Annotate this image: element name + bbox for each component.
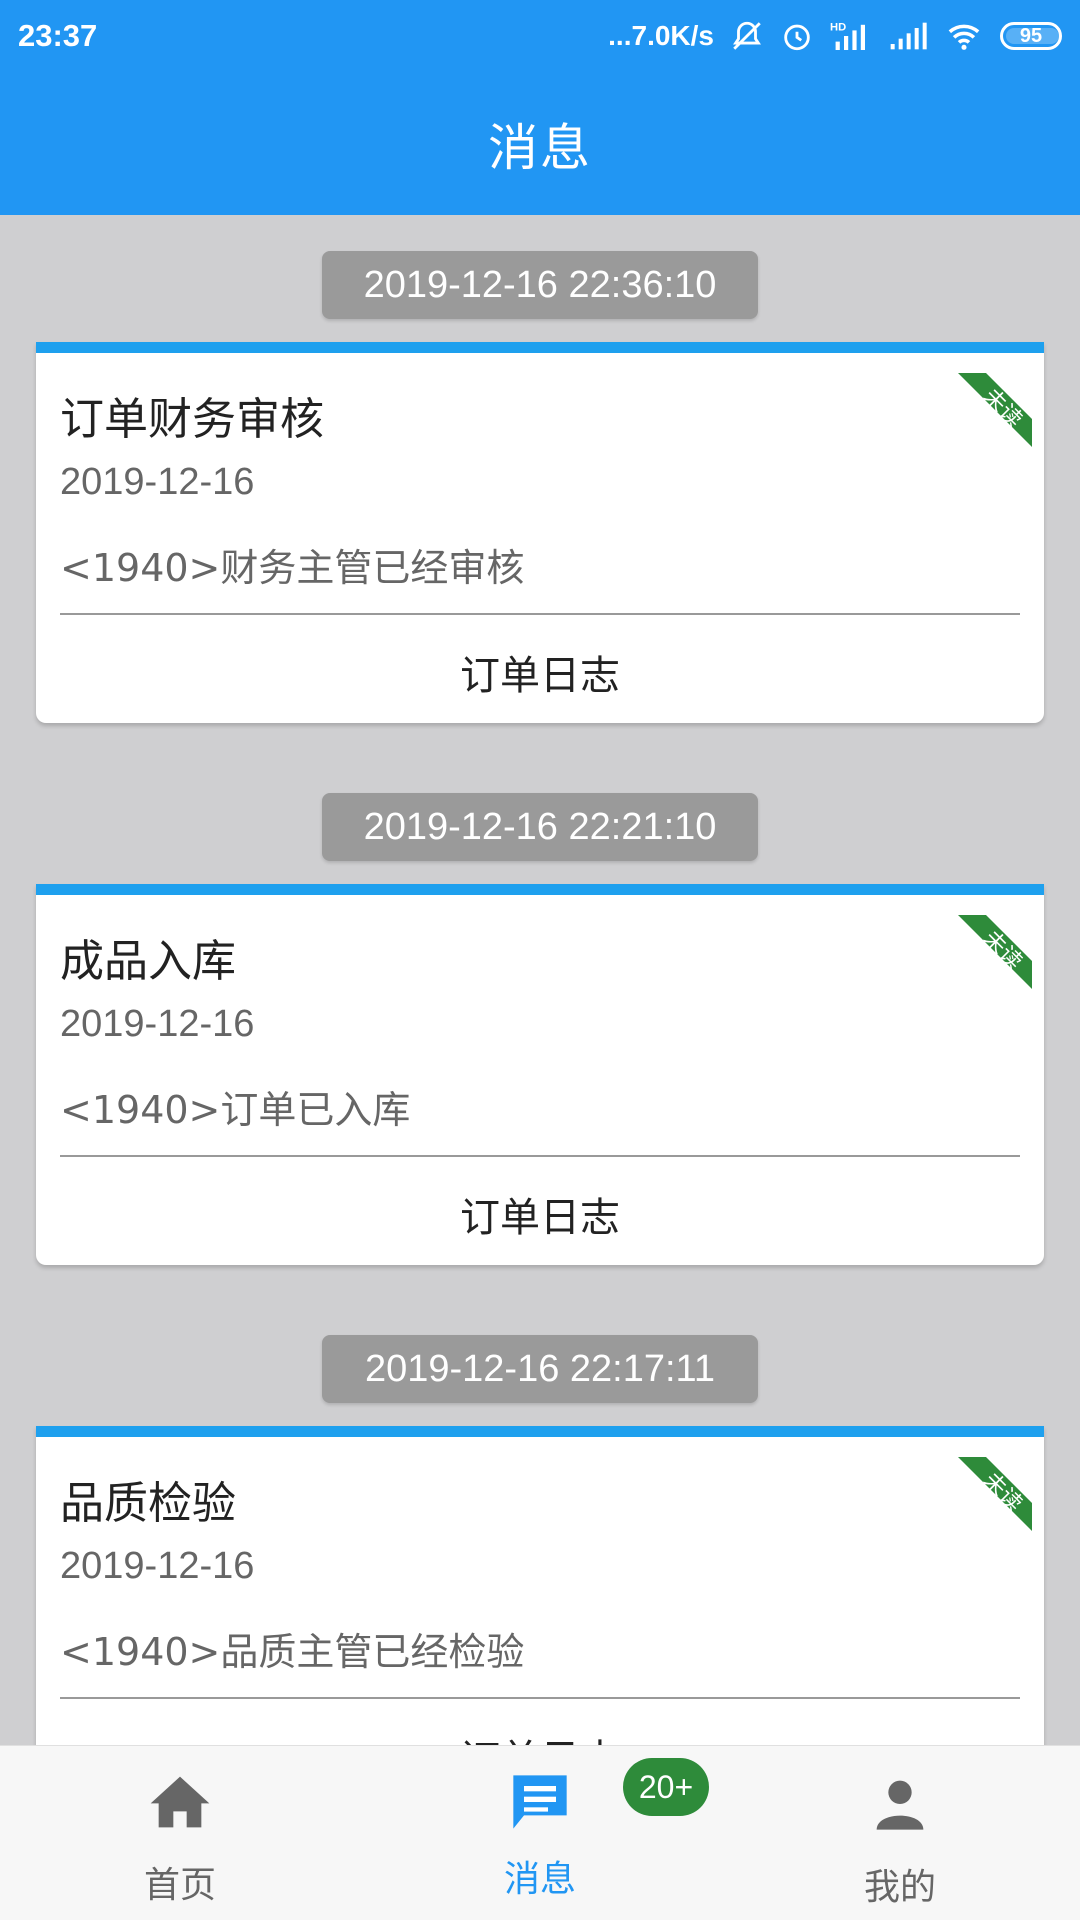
home-icon — [148, 1774, 212, 1834]
message-card[interactable]: 品质检验 2019-12-16 <1940>品质主管已经检验 订单日志 未读 — [36, 1426, 1044, 1745]
message-card[interactable]: 成品入库 2019-12-16 <1940>订单已入库 订单日志 未读 — [36, 884, 1044, 1265]
status-bar: 23:37 ...7.0K/s HD 95 — [0, 0, 1080, 72]
status-icons: ...7.0K/s HD 95 — [608, 19, 1062, 53]
nav-item-messages[interactable]: 消息 — [430, 1746, 650, 1920]
alarm-icon — [780, 19, 814, 53]
divider — [60, 1155, 1020, 1157]
bottom-nav: 首页 消息 我的 — [0, 1745, 1080, 1920]
message-title: 成品入库 — [60, 936, 236, 987]
order-log-button[interactable]: 订单日志 — [36, 643, 1044, 701]
person-icon — [872, 1776, 928, 1836]
divider — [60, 613, 1020, 615]
nav-item-profile[interactable]: 我的 — [790, 1746, 1010, 1920]
message-description: <1940>财务主管已经审核 — [60, 546, 525, 590]
message-count-badge: 20+ — [623, 1758, 709, 1816]
message-title: 订单财务审核 — [60, 394, 324, 445]
nav-label-messages: 消息 — [503, 1859, 576, 1900]
message-date: 2019-12-16 — [60, 1545, 255, 1587]
divider — [60, 1697, 1020, 1699]
nav-label-home: 首页 — [143, 1865, 216, 1906]
signal-icon — [888, 19, 928, 53]
message-description: <1940>订单已入库 — [60, 1088, 411, 1132]
battery-icon: 95 — [1000, 22, 1062, 50]
page-title: 消息 — [488, 119, 592, 177]
message-card[interactable]: 订单财务审核 2019-12-16 <1940>财务主管已经审核 订单日志 未读 — [36, 342, 1044, 723]
message-date: 2019-12-16 — [60, 461, 255, 503]
message-timestamp: 2019-12-16 22:21:10 — [322, 793, 758, 861]
order-log-button[interactable]: 订单日志 — [36, 1727, 1044, 1745]
order-log-button[interactable]: 订单日志 — [36, 1185, 1044, 1243]
status-time: 23:37 — [18, 18, 98, 53]
message-description: <1940>品质主管已经检验 — [60, 1630, 525, 1674]
unread-ribbon: 未读 — [958, 373, 1032, 447]
nav-label-profile: 我的 — [863, 1867, 936, 1908]
mute-bell-icon — [730, 19, 764, 53]
hd-signal-icon: HD — [830, 19, 872, 53]
message-timestamp: 2019-12-16 22:17:11 — [322, 1335, 758, 1403]
message-icon — [508, 1770, 572, 1838]
message-list[interactable]: 2019-12-16 22:36:10 订单财务审核 2019-12-16 <1… — [0, 215, 1080, 1745]
svg-text:HD: HD — [830, 21, 846, 33]
battery-level: 95 — [1019, 24, 1043, 47]
message-title: 品质检验 — [60, 1478, 236, 1529]
unread-ribbon: 未读 — [958, 915, 1032, 989]
unread-ribbon: 未读 — [958, 1457, 1032, 1531]
message-timestamp: 2019-12-16 22:36:10 — [322, 251, 758, 319]
app-header: 23:37 ...7.0K/s HD 95 消息 — [0, 0, 1080, 215]
wifi-icon — [944, 19, 984, 53]
network-speed: ...7.0K/s — [608, 20, 714, 51]
message-date: 2019-12-16 — [60, 1003, 255, 1045]
nav-item-home[interactable]: 首页 — [70, 1746, 290, 1920]
